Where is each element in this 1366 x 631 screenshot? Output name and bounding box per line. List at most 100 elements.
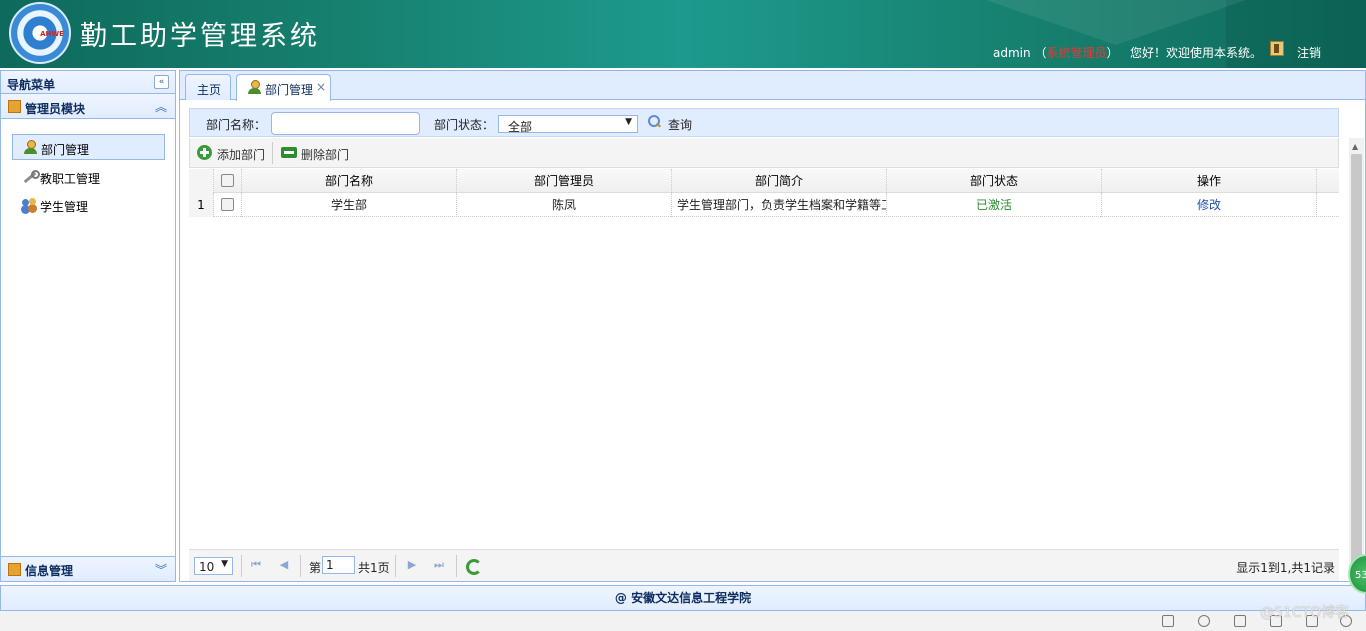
dept-content: 部门名称： 部门状态： 全部 ▼ 查询 添加部门 删除部门 部门名称 部门管理员 <box>189 108 1364 588</box>
grid-toolbar: 添加部门 删除部门 <box>189 138 1339 168</box>
sidebar-item-dept[interactable]: 部门管理 <box>12 134 165 160</box>
pager-divider <box>456 555 457 577</box>
dept-status-label: 部门状态： <box>434 118 495 132</box>
search-bar: 部门名称： 部门状态： 全部 ▼ 查询 <box>189 108 1339 137</box>
first-page-icon[interactable]: ⏮ <box>249 558 263 572</box>
page-size-value: 10 <box>199 560 215 574</box>
toolbar-divider <box>272 142 273 164</box>
cell-action: 修改 <box>1102 193 1317 217</box>
logout-link[interactable]: 注销 <box>1297 44 1321 61</box>
table-row[interactable]: 1 学生部 陈凤 学生管理部门，负责学生档案和学籍等工 已激活 修改 <box>189 193 1339 217</box>
role-open: （ <box>1034 46 1047 60</box>
scroll-thumb[interactable] <box>1351 154 1362 586</box>
close-icon[interactable]: × <box>316 80 326 94</box>
select-all-checkbox[interactable] <box>221 174 234 187</box>
username: admin <box>993 46 1031 60</box>
logo-text: AHWE <box>40 30 64 38</box>
dept-status-select[interactable]: 全部 ▼ <box>498 115 638 134</box>
app-title: 勤工助学管理系统 <box>80 21 320 52</box>
nav-header: 导航菜单 « <box>1 71 175 94</box>
refresh-icon[interactable] <box>465 558 482 575</box>
wrench-icon <box>22 169 40 184</box>
prev-page-icon[interactable]: ◀ <box>277 558 291 572</box>
trash-icon[interactable] <box>1234 615 1246 627</box>
col-header-desc[interactable]: 部门简介 <box>672 169 887 193</box>
dropdown-arrow-icon: ▼ <box>625 117 632 127</box>
history-icon[interactable] <box>1198 615 1210 627</box>
record-summary: 显示1到1,共1记录 <box>1236 561 1335 575</box>
sidebar-item-label: 部门管理 <box>41 143 90 157</box>
current-user: admin （系统管理员） <box>993 44 1118 61</box>
add-dept-button[interactable]: 添加部门 <box>217 146 265 163</box>
row-number: 1 <box>189 193 214 217</box>
search-icon[interactable] <box>648 115 660 127</box>
pager-divider <box>300 555 301 577</box>
select-all-cell <box>214 169 242 193</box>
user-icon <box>23 140 38 155</box>
accordion-admin-title: 管理员模块 <box>25 102 86 116</box>
school-logo: AHWE <box>9 2 71 64</box>
tab-dept-label: 部门管理 <box>265 83 314 97</box>
users-icon <box>22 197 37 212</box>
welcome-message: 您好！欢迎使用本系统。 <box>1130 46 1263 60</box>
page-number-input[interactable]: 1 <box>322 556 355 574</box>
dropdown-arrow-icon: ▼ <box>221 559 228 569</box>
nav-title: 导航菜单 <box>7 78 56 92</box>
header-decoration <box>986 0 1246 45</box>
pager-divider <box>395 555 396 577</box>
dept-name-input[interactable] <box>271 112 420 135</box>
accordion-admin-header[interactable]: 管理员模块 ︽ <box>1 94 175 119</box>
rownum-header <box>189 169 214 193</box>
row-checkbox[interactable] <box>221 198 234 211</box>
cell-desc: 学生管理部门，负责学生档案和学籍等工 <box>672 193 887 217</box>
sidebar-item-students[interactable]: 学生管理 <box>12 192 165 218</box>
delete-dept-button[interactable]: 删除部门 <box>301 146 349 163</box>
scroll-up-icon[interactable]: ▲ <box>1352 142 1358 151</box>
dept-name-label: 部门名称： <box>206 118 267 132</box>
next-page-icon[interactable]: ▶ <box>405 558 419 572</box>
col-header-manager[interactable]: 部门管理员 <box>457 169 672 193</box>
add-icon[interactable] <box>197 145 212 160</box>
sidebar-item-staff[interactable]: 教职工管理 <box>12 164 165 190</box>
pin-icon[interactable] <box>1162 615 1174 627</box>
edit-link[interactable]: 修改 <box>1197 198 1221 212</box>
accordion-info-title: 信息管理 <box>25 564 74 578</box>
page-size-select[interactable]: 10 ▼ <box>194 557 233 575</box>
chevron-down-icon[interactable]: ︾ <box>155 561 167 578</box>
query-button[interactable]: 查询 <box>668 116 692 133</box>
tab-bar: 主页 部门管理 × <box>180 71 1365 101</box>
cell-dept-name: 学生部 <box>242 193 457 217</box>
watermark: @51CTO博客 <box>1260 605 1350 621</box>
grid-header: 部门名称 部门管理员 部门简介 部门状态 操作 <box>189 169 1339 193</box>
pagination-bar: 10 ▼ ⏮ ◀ 第 1 共1页 ▶ ⏭ 显示1到1,共1记录 <box>189 549 1339 581</box>
tab-home-label: 主页 <box>197 83 222 97</box>
tab-home[interactable]: 主页 <box>185 74 231 100</box>
role-close: ） <box>1106 46 1119 60</box>
collapse-nav-button[interactable]: « <box>154 75 169 89</box>
cell-manager: 陈凤 <box>457 193 672 217</box>
app-header: AHWE 勤工助学管理系统 admin （系统管理员） 您好！欢迎使用本系统。 … <box>0 0 1366 68</box>
folder-icon <box>8 563 21 576</box>
vertical-scrollbar[interactable]: ▲ <box>1349 138 1364 588</box>
accordion-info-header[interactable]: 信息管理 ︾ <box>1 556 175 581</box>
tab-dept[interactable]: 部门管理 × <box>236 74 331 101</box>
logout-icon[interactable] <box>1270 41 1284 56</box>
folder-icon <box>8 100 21 113</box>
chevron-up-icon[interactable]: ︽ <box>155 98 167 115</box>
col-header-status[interactable]: 部门状态 <box>887 169 1102 193</box>
total-pages: 共1页 <box>358 561 390 575</box>
col-header-action[interactable]: 操作 <box>1102 169 1317 193</box>
page-footer: @ 安徽文达信息工程学院 <box>0 585 1366 611</box>
last-page-icon[interactable]: ⏭ <box>432 558 446 572</box>
col-header-name[interactable]: 部门名称 <box>242 169 457 193</box>
user-role: 系统管理员 <box>1046 46 1107 60</box>
main-panel: 主页 部门管理 × 部门名称： 部门状态： 全部 ▼ 查询 添加部门 删除部门 <box>179 70 1366 588</box>
sidebar-item-label: 学生管理 <box>40 200 89 214</box>
page-prefix: 第 <box>309 561 322 575</box>
pager-divider <box>241 555 242 577</box>
dept-status-value: 全部 <box>508 120 533 134</box>
sidebar-item-label: 教职工管理 <box>40 172 101 186</box>
nav-panel: 导航菜单 « 管理员模块 ︽ 部门管理 教职工管理 学生管理 信息管理 ︾ <box>0 70 176 582</box>
browser-bottom-strip <box>0 611 1366 631</box>
delete-icon[interactable] <box>281 147 297 158</box>
